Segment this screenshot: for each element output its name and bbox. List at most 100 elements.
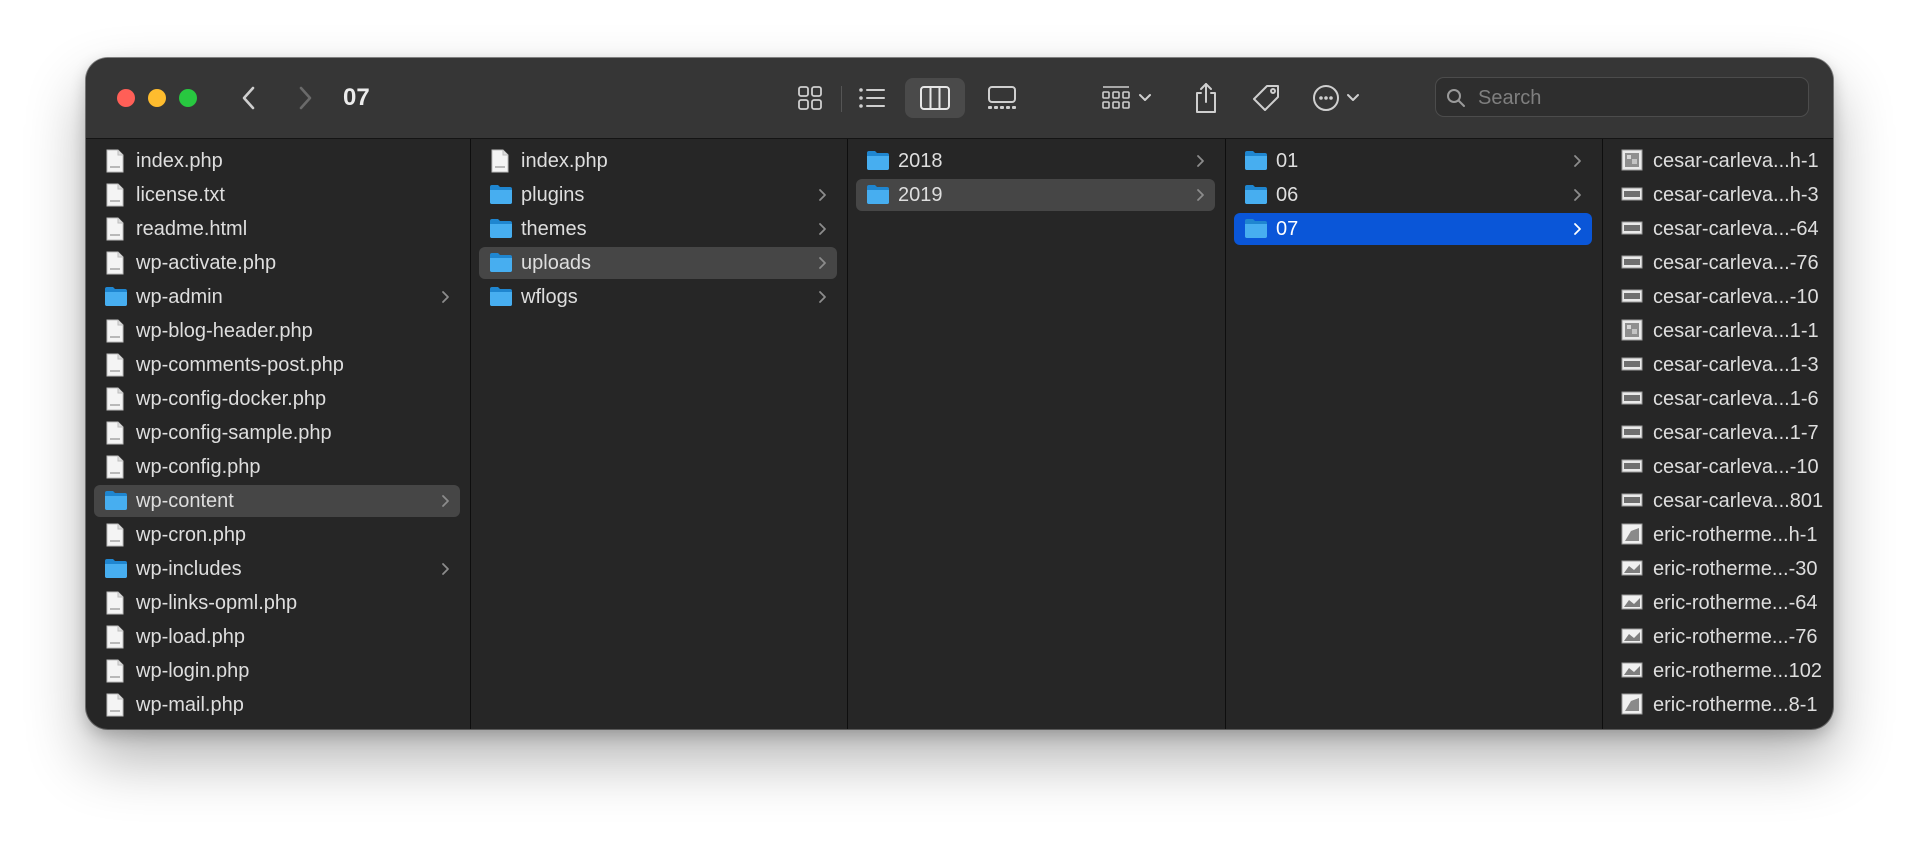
item-label: 01: [1276, 150, 1299, 172]
document-icon: [106, 387, 124, 411]
image-thumbnail-icon: [1621, 391, 1643, 405]
item-icon: [104, 489, 127, 513]
item-icon: [1621, 183, 1643, 207]
folder-icon: [490, 287, 512, 306]
file-item[interactable]: wp-activate.php: [94, 247, 460, 279]
column-1[interactable]: index.php license.txt readme.html wp-activa…: [86, 139, 471, 729]
file-item[interactable]: license.txt: [94, 179, 460, 211]
file-item[interactable]: cesar-carleva...1-3: [1611, 349, 1823, 381]
file-item[interactable]: wp-config-sample.php: [94, 417, 460, 449]
file-item[interactable]: index.php: [94, 145, 460, 177]
image-thumbnail-icon: [1621, 693, 1643, 715]
search-input[interactable]: [1476, 78, 1800, 118]
file-item[interactable]: cesar-carleva...1-1: [1611, 315, 1823, 347]
minimize-window-button[interactable]: [148, 89, 166, 107]
file-item[interactable]: index.php: [479, 145, 837, 177]
folder-item[interactable]: 2018: [856, 145, 1215, 177]
file-item[interactable]: eric-rotherme...8-1: [1611, 689, 1823, 721]
column-3[interactable]: 2018 2019: [848, 139, 1226, 729]
file-item[interactable]: wp-comments-post.php: [94, 349, 460, 381]
item-icon: [1621, 217, 1643, 241]
folder-item[interactable]: 06: [1234, 179, 1592, 211]
file-item[interactable]: eric-rotherme...-30: [1611, 553, 1823, 585]
group-by-button[interactable]: [1099, 78, 1159, 118]
file-item[interactable]: wp-blog-header.php: [94, 315, 460, 347]
chevron-right-icon: [819, 291, 826, 303]
item-icon: [1621, 353, 1643, 377]
file-item[interactable]: eric-rotherme...102: [1611, 655, 1823, 687]
file-item[interactable]: cesar-carleva...-64: [1611, 213, 1823, 245]
file-item[interactable]: cesar-carleva...-10: [1611, 451, 1823, 483]
folder-item[interactable]: 01: [1234, 145, 1592, 177]
column-4[interactable]: 01 06 07: [1226, 139, 1603, 729]
folder-item[interactable]: plugins: [479, 179, 837, 211]
file-item[interactable]: wp-load.php: [94, 621, 460, 653]
back-button[interactable]: [232, 80, 268, 116]
image-thumbnail-icon: [1621, 594, 1643, 610]
image-thumbnail-icon: [1621, 523, 1643, 545]
item-icon: [104, 149, 126, 173]
column-view-button[interactable]: [905, 78, 965, 118]
file-item[interactable]: cesar-carleva...-76: [1611, 247, 1823, 279]
file-item[interactable]: wp-config.php: [94, 451, 460, 483]
file-item[interactable]: cesar-carleva...1-6: [1611, 383, 1823, 415]
file-item[interactable]: cesar-carleva...h-3: [1611, 179, 1823, 211]
file-item[interactable]: wp-links-opml.php: [94, 587, 460, 619]
folder-item[interactable]: wp-admin: [94, 281, 460, 313]
file-item[interactable]: cesar-carleva...801: [1611, 485, 1823, 517]
item-label: eric-rotherme...-30: [1653, 558, 1818, 580]
close-window-button[interactable]: [117, 89, 135, 107]
image-thumbnail-icon: [1621, 187, 1643, 201]
gallery-view-button[interactable]: [978, 78, 1026, 118]
more-actions-button[interactable]: [1311, 78, 1373, 118]
folder-item[interactable]: 2019: [856, 179, 1215, 211]
chevron-right-icon: [442, 563, 449, 575]
folder-item[interactable]: wp-includes: [94, 553, 460, 585]
item-label: cesar-carleva...1-7: [1653, 422, 1819, 444]
chevron-right-icon: [1574, 223, 1581, 235]
icon-view-button[interactable]: [788, 78, 832, 118]
column-5[interactable]: cesar-carleva...h-1 cesar-carleva...h-3 ce…: [1603, 139, 1833, 729]
search-field[interactable]: [1435, 77, 1809, 118]
item-label: wp-content: [136, 490, 234, 512]
folder-icon: [1245, 185, 1267, 204]
chevron-right-icon: [1574, 155, 1581, 167]
item-icon: [1621, 557, 1643, 581]
chevron-right-icon: [819, 257, 826, 269]
item-icon: [104, 319, 126, 343]
item-icon: [104, 217, 126, 241]
file-item[interactable]: eric-rotherme...-64: [1611, 587, 1823, 619]
file-item[interactable]: wp-cron.php: [94, 519, 460, 551]
zoom-window-button[interactable]: [179, 89, 197, 107]
forward-button[interactable]: [287, 80, 323, 116]
item-icon: [1621, 625, 1643, 649]
item-icon: [1621, 149, 1643, 173]
item-label: readme.html: [136, 218, 248, 240]
file-item[interactable]: eric-rotherme...h-1: [1611, 519, 1823, 551]
file-item[interactable]: readme.html: [94, 213, 460, 245]
file-item[interactable]: cesar-carleva...1-7: [1611, 417, 1823, 449]
item-icon: [104, 659, 126, 683]
list-view-button[interactable]: [850, 78, 894, 118]
document-icon: [106, 455, 124, 479]
chevron-right-icon: [1197, 155, 1204, 167]
tag-button[interactable]: [1246, 78, 1286, 118]
item-icon: [104, 251, 126, 275]
folder-item[interactable]: uploads: [479, 247, 837, 279]
folder-icon: [867, 185, 889, 204]
item-icon: [104, 285, 127, 309]
folder-item[interactable]: themes: [479, 213, 837, 245]
file-item[interactable]: wp-config-docker.php: [94, 383, 460, 415]
file-item[interactable]: eric-rotherme...-76: [1611, 621, 1823, 653]
share-button[interactable]: [1186, 78, 1226, 118]
file-item[interactable]: wp-mail.php: [94, 689, 460, 721]
folder-item[interactable]: 07: [1234, 213, 1592, 245]
folder-item[interactable]: wp-content: [94, 485, 460, 517]
file-item[interactable]: cesar-carleva...-10: [1611, 281, 1823, 313]
file-item[interactable]: wp-login.php: [94, 655, 460, 687]
column-2[interactable]: index.php plugins themes uploads wflogs: [471, 139, 848, 729]
file-item[interactable]: cesar-carleva...h-1: [1611, 145, 1823, 177]
folder-item[interactable]: wflogs: [479, 281, 837, 313]
item-icon: [1621, 319, 1643, 343]
item-icon: [104, 421, 126, 445]
